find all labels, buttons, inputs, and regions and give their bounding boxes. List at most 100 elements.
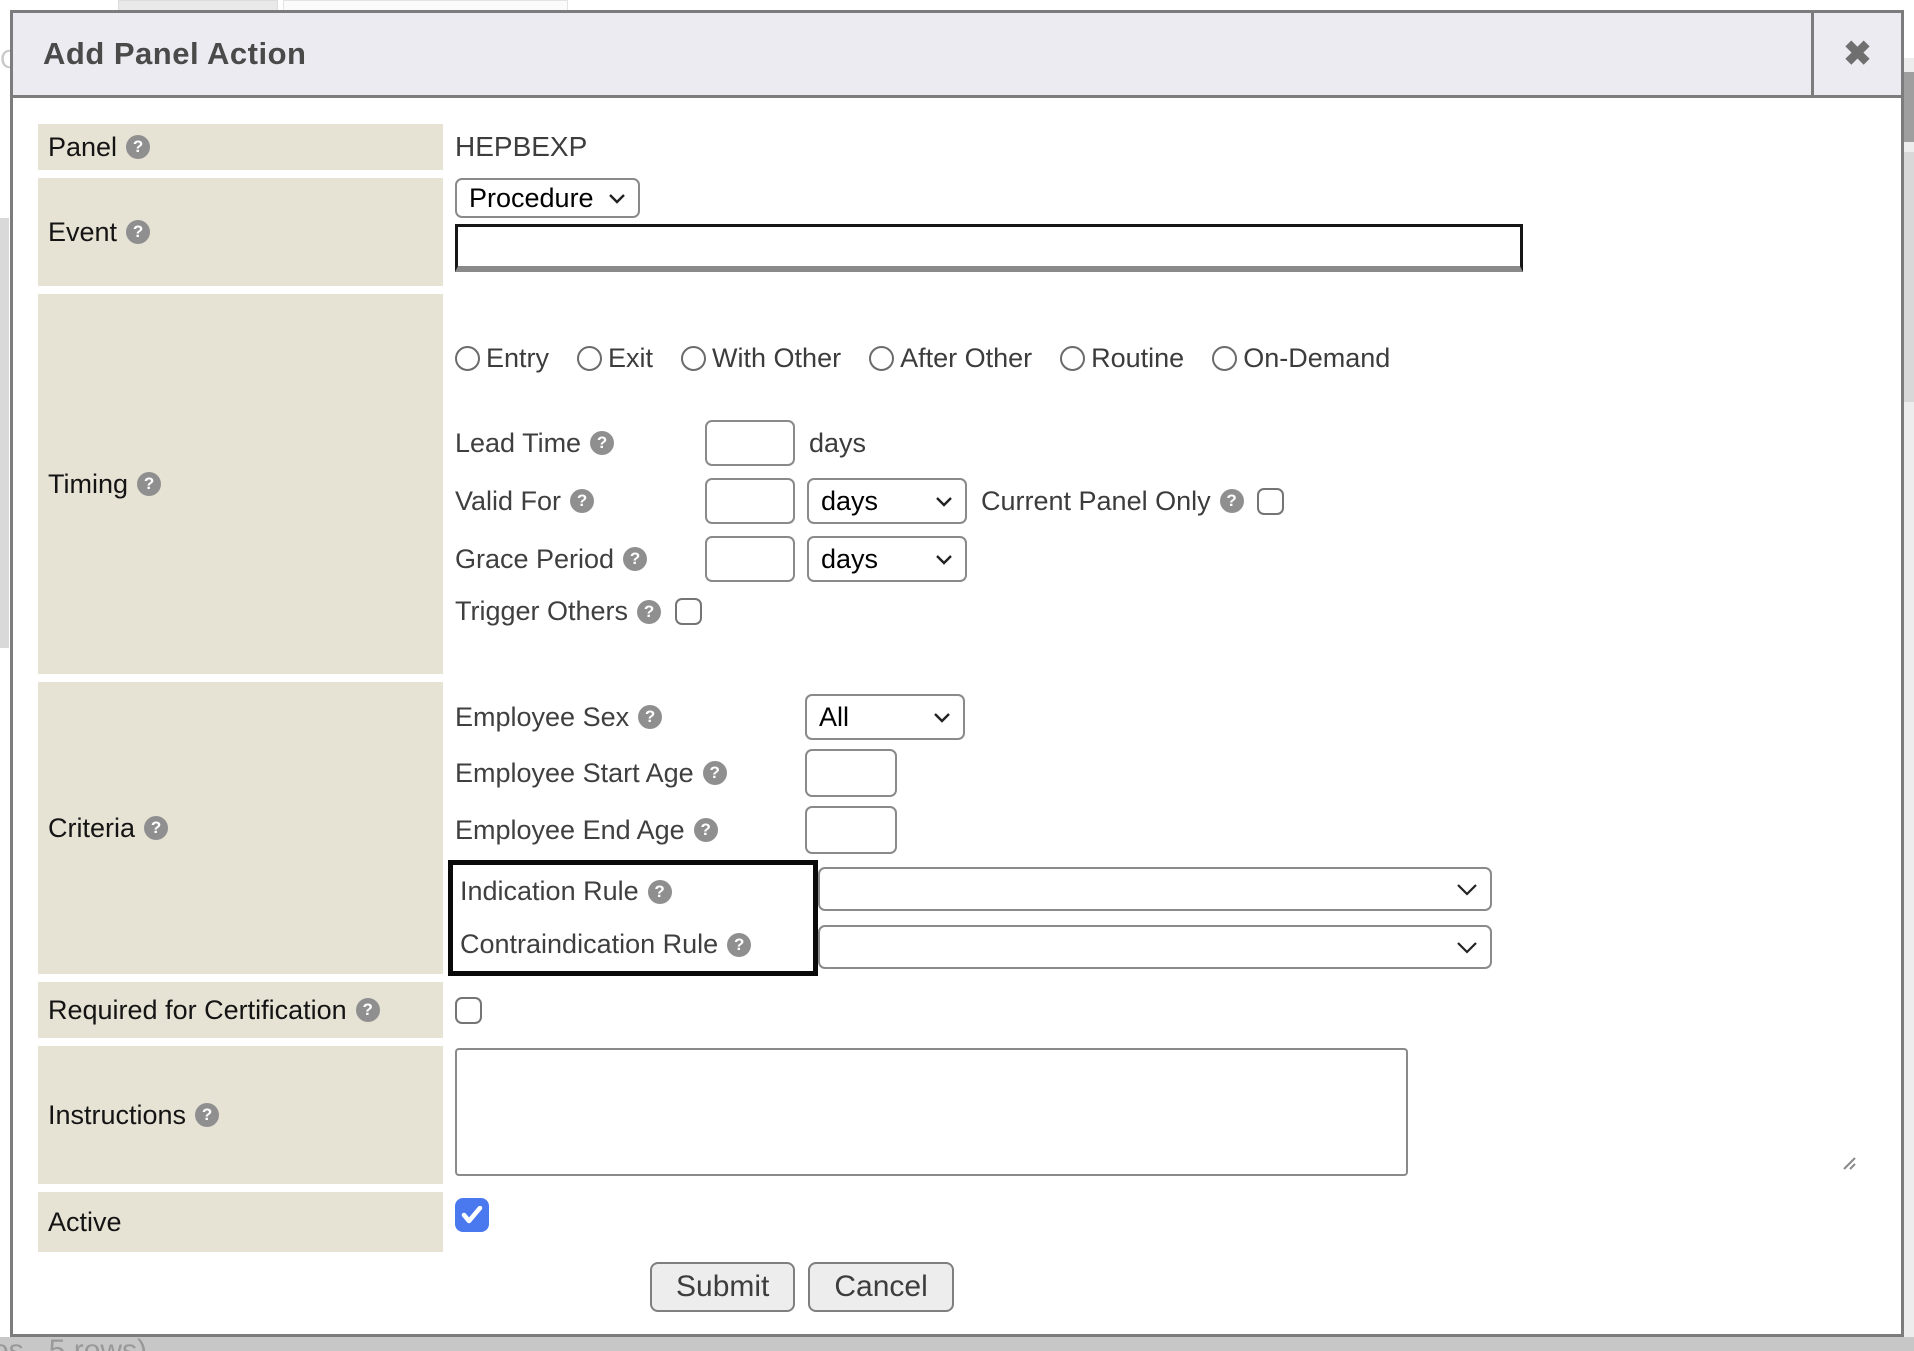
- lead-time-row: Lead Time ? days: [455, 420, 1901, 466]
- contraindication-rule-select[interactable]: [818, 925, 1492, 969]
- panel-value: HEPBEXP: [455, 124, 1901, 170]
- background-scrollbar-thumb[interactable]: [1904, 72, 1914, 142]
- chevron-down-icon: [933, 712, 951, 723]
- active-checkbox[interactable]: [455, 1198, 489, 1232]
- required-for-certification-help-icon[interactable]: ?: [356, 998, 380, 1022]
- indication-rule-help-icon[interactable]: ?: [648, 880, 672, 904]
- grace-period-row: Grace Period ? days: [455, 536, 1901, 582]
- timing-label: Timing: [48, 469, 128, 500]
- instructions-label-cell: Instructions ?: [38, 1046, 443, 1184]
- event-type-selected-value: Procedure: [469, 183, 594, 214]
- chevron-down-icon: [1456, 941, 1478, 954]
- radio-after-other[interactable]: After Other: [869, 343, 1032, 374]
- event-label: Event: [48, 217, 117, 248]
- valid-for-help-icon[interactable]: ?: [570, 489, 594, 513]
- employee-sex-value: All: [819, 702, 849, 733]
- employee-end-age-input[interactable]: [805, 806, 897, 854]
- indication-rule-select[interactable]: [818, 867, 1492, 911]
- grace-period-help-icon[interactable]: ?: [623, 547, 647, 571]
- event-search-input[interactable]: [455, 224, 1523, 272]
- radio-with-other[interactable]: With Other: [681, 343, 841, 374]
- dialog-titlebar: Add Panel Action ✖: [13, 13, 1901, 98]
- radio-exit[interactable]: Exit: [577, 343, 653, 374]
- lead-time-help-icon[interactable]: ?: [590, 431, 614, 455]
- trigger-others-help-icon[interactable]: ?: [637, 600, 661, 624]
- active-label: Active: [48, 1207, 122, 1238]
- employee-sex-help-icon[interactable]: ?: [638, 705, 662, 729]
- current-panel-only-help-icon[interactable]: ?: [1220, 489, 1244, 513]
- grace-period-unit-value: days: [821, 544, 878, 575]
- event-row: Event ? Procedure: [13, 178, 1901, 286]
- background-page-strip: os 5 rows): [0, 1337, 1914, 1351]
- criteria-label: Criteria: [48, 813, 135, 844]
- required-for-certification-label-cell: Required for Certification ?: [38, 982, 443, 1038]
- add-panel-action-dialog: Add Panel Action ✖ Panel ? HEPBEXP Event…: [10, 10, 1904, 1337]
- event-type-select[interactable]: Procedure: [455, 178, 640, 218]
- employee-sex-row: Employee Sex ? All: [455, 694, 1901, 740]
- cancel-button[interactable]: Cancel: [808, 1262, 953, 1312]
- trigger-others-label: Trigger Others: [455, 596, 628, 627]
- instructions-help-icon[interactable]: ?: [195, 1103, 219, 1127]
- chevron-down-icon: [935, 554, 953, 565]
- employee-end-age-help-icon[interactable]: ?: [694, 818, 718, 842]
- timing-row: Timing ? Entry Exit With Other: [13, 294, 1901, 674]
- lead-time-input[interactable]: [705, 420, 795, 466]
- valid-for-unit-select[interactable]: days: [807, 478, 967, 524]
- employee-start-age-help-icon[interactable]: ?: [703, 761, 727, 785]
- radio-routine[interactable]: Routine: [1060, 343, 1184, 374]
- lead-time-suffix: days: [809, 428, 866, 459]
- required-for-certification-label: Required for Certification: [48, 995, 347, 1026]
- radio-entry-label: Entry: [486, 343, 549, 374]
- employee-sex-label: Employee Sex: [455, 702, 629, 733]
- required-for-certification-checkbox[interactable]: [455, 997, 482, 1024]
- radio-on-demand-label: On-Demand: [1243, 343, 1390, 374]
- chevron-down-icon: [608, 193, 626, 204]
- panel-help-icon[interactable]: ?: [126, 135, 150, 159]
- radio-with-other-label: With Other: [712, 343, 841, 374]
- resize-grip-icon[interactable]: [1840, 1154, 1856, 1170]
- trigger-others-checkbox[interactable]: [675, 598, 702, 625]
- event-label-cell: Event ?: [38, 178, 443, 286]
- timing-help-icon[interactable]: ?: [137, 472, 161, 496]
- radio-on-demand[interactable]: On-Demand: [1212, 343, 1390, 374]
- grace-period-unit-select[interactable]: days: [807, 536, 967, 582]
- event-help-icon[interactable]: ?: [126, 220, 150, 244]
- indication-rule-label-row: Indication Rule ?: [453, 865, 813, 918]
- radio-after-other-label: After Other: [900, 343, 1032, 374]
- timing-radio-group: Entry Exit With Other After Other: [455, 338, 1901, 378]
- criteria-help-icon[interactable]: ?: [144, 816, 168, 840]
- employee-sex-select[interactable]: All: [805, 694, 965, 740]
- radio-circle-icon: [869, 346, 894, 371]
- indication-rule-label: Indication Rule: [460, 876, 639, 907]
- instructions-row: Instructions ?: [13, 1046, 1901, 1184]
- check-icon: [461, 1206, 483, 1224]
- radio-circle-icon: [1212, 346, 1237, 371]
- active-label-cell: Active: [38, 1192, 443, 1252]
- trigger-others-row: Trigger Others ?: [455, 596, 1901, 627]
- panel-label-cell: Panel ?: [38, 124, 443, 170]
- employee-end-age-label: Employee End Age: [455, 815, 685, 846]
- valid-for-unit-value: days: [821, 486, 878, 517]
- valid-for-input[interactable]: [705, 478, 795, 524]
- timing-label-cell: Timing ?: [38, 294, 443, 674]
- dialog-title: Add Panel Action: [13, 13, 1811, 95]
- instructions-label: Instructions: [48, 1100, 186, 1131]
- radio-entry[interactable]: Entry: [455, 343, 549, 374]
- grace-period-input[interactable]: [705, 536, 795, 582]
- employee-start-age-input[interactable]: [805, 749, 897, 797]
- background-page-fragment: [1904, 152, 1914, 402]
- submit-button[interactable]: Submit: [650, 1262, 795, 1312]
- panel-row: Panel ? HEPBEXP: [13, 124, 1901, 170]
- contraindication-rule-help-icon[interactable]: ?: [727, 933, 751, 957]
- rules-block: Indication Rule ? Contraindication Rule …: [455, 860, 1901, 976]
- dialog-body: Panel ? HEPBEXP Event ? Procedure: [13, 98, 1901, 1312]
- lead-time-label: Lead Time: [455, 428, 581, 459]
- current-panel-only-checkbox[interactable]: [1257, 488, 1284, 515]
- employee-end-age-row: Employee End Age ?: [455, 806, 1901, 854]
- close-button[interactable]: ✖: [1811, 13, 1901, 95]
- instructions-textarea[interactable]: [455, 1048, 1408, 1176]
- valid-for-label: Valid For: [455, 486, 561, 517]
- background-rows-count-text: os 5 rows): [0, 1337, 147, 1351]
- radio-circle-icon: [1060, 346, 1085, 371]
- current-panel-only-label: Current Panel Only: [981, 486, 1211, 517]
